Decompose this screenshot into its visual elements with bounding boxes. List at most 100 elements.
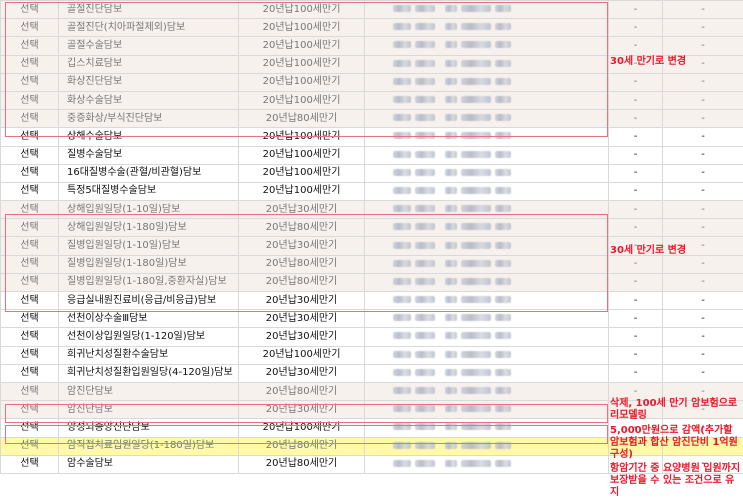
dash-cell: - — [608, 145, 663, 165]
coverage-name: 질병수술담보 — [58, 145, 239, 165]
redacted-block — [445, 186, 457, 194]
select-cell[interactable]: 선택 — [0, 254, 59, 274]
redacted-values — [364, 218, 609, 238]
dash-cell: - — [662, 272, 743, 293]
redacted-block — [495, 114, 511, 122]
select-cell[interactable]: 선택 — [0, 400, 59, 420]
dash-cell: - — [662, 327, 743, 347]
select-cell[interactable]: 선택 — [0, 145, 59, 165]
redacted-block — [415, 186, 435, 194]
redacted-block — [445, 332, 457, 340]
redacted-block — [415, 314, 435, 322]
select-cell[interactable]: 선택 — [0, 381, 59, 402]
payment-term: 20년납100세만기 — [238, 72, 365, 92]
dash-cell: - — [662, 127, 743, 147]
table-row: 선택 희귀난치성질환입원일당(4-120일)담보 20년납30세만기 - - — [0, 363, 743, 383]
select-cell[interactable]: 선택 — [0, 218, 59, 238]
redacted-block — [445, 96, 457, 104]
redacted-block — [445, 241, 457, 249]
select-cell[interactable]: 선택 — [0, 236, 59, 256]
redacted-block — [445, 259, 457, 267]
dash-cell: - — [662, 181, 743, 202]
redacted-block — [445, 423, 457, 431]
select-cell[interactable]: 선택 — [0, 163, 59, 183]
payment-term: 20년납30세만기 — [238, 363, 365, 383]
redacted-block — [461, 368, 491, 376]
redacted-block — [461, 259, 491, 267]
select-cell[interactable]: 선택 — [0, 90, 59, 111]
redacted-block — [415, 368, 435, 376]
select-cell[interactable]: 선택 — [0, 109, 59, 129]
select-cell[interactable]: 선택 — [0, 127, 59, 147]
dash-cell: - — [608, 290, 663, 311]
coverage-name: 희귀난치성질환입원일당(4-120일)담보 — [58, 363, 239, 383]
redacted-block — [495, 423, 511, 431]
select-cell[interactable]: 선택 — [0, 200, 59, 220]
redacted-block — [495, 205, 511, 213]
select-cell[interactable]: 선택 — [0, 363, 59, 383]
redacted-block — [393, 387, 411, 395]
payment-term: 20년납100세만기 — [238, 345, 365, 365]
coverage-name: 화상진단담보 — [58, 72, 239, 92]
redacted-block — [461, 405, 491, 413]
coverage-name: 질병입원일당(1-180일,중환자실)담보 — [58, 272, 239, 293]
redacted-block — [393, 132, 411, 140]
select-cell[interactable]: 선택 — [0, 72, 59, 92]
select-cell[interactable]: 선택 — [0, 454, 59, 474]
table-row: 선택 응급실내원진료비(응급/비응급)담보 20년납30세만기 - - — [0, 290, 743, 311]
select-cell[interactable]: 선택 — [0, 54, 59, 74]
redacted-block — [393, 186, 411, 194]
dash-cell: - — [662, 345, 743, 365]
select-cell[interactable]: 선택 — [0, 181, 59, 202]
redacted-block — [495, 405, 511, 413]
redacted-block — [495, 314, 511, 322]
redacted-block — [415, 205, 435, 213]
select-cell[interactable]: 선택 — [0, 436, 59, 456]
redacted-values — [364, 181, 609, 202]
redacted-block — [415, 332, 435, 340]
select-cell[interactable]: 선택 — [0, 0, 59, 20]
redacted-block — [461, 205, 491, 213]
coverage-name: 16대질병수술(관혈/비관혈)담보 — [58, 163, 239, 183]
redacted-block — [461, 168, 491, 176]
table-row: 선택 16대질병수술(관혈/비관혈)담보 20년납100세만기 - - — [0, 163, 743, 183]
dash-cell: - — [608, 218, 663, 238]
dash-cell: - — [662, 109, 743, 129]
dash-cell: - — [608, 18, 663, 38]
select-cell[interactable]: 선택 — [0, 290, 59, 311]
redacted-block — [461, 241, 491, 249]
redacted-block — [393, 59, 411, 67]
redacted-values — [364, 454, 609, 474]
note-change-30-second: 30세 만기로 변경 — [610, 245, 687, 256]
redacted-block — [461, 387, 491, 395]
select-cell[interactable]: 선택 — [0, 36, 59, 56]
select-cell[interactable]: 선택 — [0, 272, 59, 293]
payment-term: 20년납80세만기 — [238, 381, 365, 402]
table-row: 선택 상해입원일당(1-180일)담보 20년납80세만기 - - — [0, 218, 743, 238]
select-cell[interactable]: 선택 — [0, 18, 59, 38]
redacted-block — [495, 132, 511, 140]
dash-cell: - — [662, 309, 743, 329]
redacted-block — [445, 132, 457, 140]
table-row: 선택 상해입원일당(1-10일)담보 20년납30세만기 - - — [0, 200, 743, 220]
coverage-name: 암진단담보 — [58, 400, 239, 420]
select-cell[interactable]: 선택 — [0, 327, 59, 347]
dash-cell: - — [608, 163, 663, 183]
dash-cell: - — [608, 327, 663, 347]
redacted-values — [364, 109, 609, 129]
select-cell[interactable]: 선택 — [0, 345, 59, 365]
payment-term: 20년납100세만기 — [238, 18, 365, 38]
redacted-block — [445, 296, 457, 304]
redacted-block — [393, 423, 411, 431]
select-cell[interactable]: 선택 — [0, 418, 59, 438]
dash-cell: - — [608, 309, 663, 329]
redacted-block — [495, 296, 511, 304]
select-cell[interactable]: 선택 — [0, 309, 59, 329]
dash-cell: - — [608, 36, 663, 56]
coverage-name: 양성뇌종양진단담보 — [58, 418, 239, 438]
dash-cell: - — [662, 363, 743, 383]
redacted-values — [364, 200, 609, 220]
redacted-values — [364, 272, 609, 293]
redacted-block — [393, 41, 411, 49]
coverage-name: 질병입원일당(1-180일)담보 — [58, 254, 239, 274]
